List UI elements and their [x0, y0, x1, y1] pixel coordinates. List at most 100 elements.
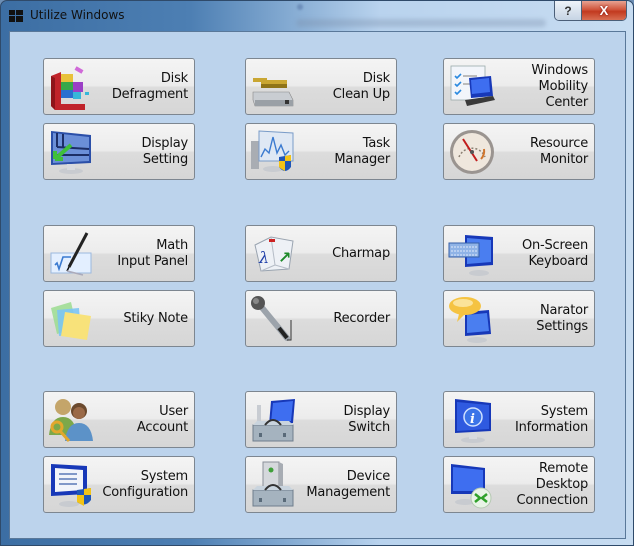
- label-line: Stiky Note: [123, 310, 188, 326]
- label-line: Device: [346, 468, 390, 484]
- label-line: User: [159, 403, 188, 419]
- narator-settings-label: Narator Settings: [536, 291, 588, 346]
- label-line: Center: [545, 94, 588, 110]
- label-line: Monitor: [539, 151, 588, 167]
- label-line: Manager: [334, 151, 390, 167]
- help-button[interactable]: ?: [555, 1, 582, 20]
- label-line: Disk: [362, 70, 390, 86]
- resource-monitor-button[interactable]: Resource Monitor: [443, 123, 595, 180]
- charmap-button[interactable]: λ ↗ Charmap: [245, 225, 397, 282]
- label-line: Setting: [142, 151, 188, 167]
- tile-panel: Disk Defragment Disk Clean Up Windows Mo…: [9, 31, 626, 539]
- task-manager-label: Task Manager: [334, 124, 390, 179]
- sticky-note-icon: [51, 302, 91, 340]
- label-line: Windows: [531, 62, 588, 78]
- system-configuration-icon: [51, 464, 91, 507]
- user-account-label: User Account: [137, 392, 188, 447]
- system-information-icon: i: [455, 399, 491, 443]
- device-management-label: Device Management: [306, 457, 390, 512]
- label-line: Desktop: [535, 476, 588, 492]
- mobility-center-icon: [450, 65, 495, 106]
- microphone-icon: [251, 296, 292, 341]
- utilize-windows-window: Utilize Windows ? X Disk Defragment Disk…: [0, 0, 634, 546]
- on-screen-keyboard-label: On-Screen Keyboard: [522, 226, 588, 281]
- svg-text:↗: ↗: [278, 248, 291, 267]
- label-line: Connection: [516, 492, 588, 508]
- display-setting-icon: [51, 131, 91, 174]
- disk-clean-up-label: Disk Clean Up: [333, 59, 390, 114]
- math-input-panel-label: Math Input Panel: [117, 226, 188, 281]
- label-line: Display: [141, 135, 188, 151]
- label-line: System: [540, 403, 588, 419]
- label-line: Math: [156, 237, 188, 253]
- label-line: Switch: [348, 419, 390, 435]
- title-bar[interactable]: Utilize Windows ? X: [1, 1, 633, 31]
- disk-defragment-button[interactable]: Disk Defragment: [43, 58, 195, 115]
- display-setting-button[interactable]: Display Setting: [43, 123, 195, 180]
- resource-monitor-label: Resource Monitor: [530, 124, 588, 179]
- label-line: Resource: [529, 135, 588, 151]
- label-line: Input Panel: [117, 253, 188, 269]
- system-information-label: System Information: [515, 392, 588, 447]
- charmap-icon: λ ↗: [254, 236, 294, 272]
- label-line: Clean Up: [332, 86, 390, 102]
- math-input-panel-icon: [50, 232, 92, 276]
- stiky-note-label: Stiky Note: [123, 291, 188, 346]
- label-line: Information: [514, 419, 588, 435]
- background-window-text-blur: [296, 19, 546, 27]
- disk-defragment-label: Disk Defragment: [112, 59, 188, 114]
- svg-text:i: i: [470, 412, 475, 427]
- window-title: Utilize Windows: [30, 8, 125, 22]
- label-line: On-Screen: [521, 237, 588, 253]
- math-input-panel-button[interactable]: Math Input Panel: [43, 225, 195, 282]
- system-configuration-label: System Configuration: [102, 457, 188, 512]
- window-controls: ? X: [554, 1, 627, 21]
- label-line: Task: [362, 135, 390, 151]
- user-account-icon: [49, 399, 93, 443]
- label-line: Keyboard: [528, 253, 588, 269]
- recorder-label: Recorder: [333, 291, 390, 346]
- system-information-button[interactable]: i System Information: [443, 391, 595, 448]
- stiky-note-button[interactable]: Stiky Note: [43, 290, 195, 347]
- display-setting-label: Display Setting: [141, 124, 188, 179]
- resource-monitor-icon: [450, 130, 494, 174]
- label-line: Display: [343, 403, 390, 419]
- on-screen-keyboard-button[interactable]: On-Screen Keyboard: [443, 225, 595, 282]
- user-account-button[interactable]: User Account: [43, 391, 195, 448]
- display-switch-button[interactable]: Display Switch: [245, 391, 397, 448]
- device-management-icon: [252, 461, 294, 507]
- on-screen-keyboard-icon: [448, 235, 493, 276]
- svg-text:λ: λ: [258, 248, 269, 267]
- disk-cleanup-icon: [252, 78, 294, 107]
- narrator-icon: [449, 297, 491, 343]
- device-management-button[interactable]: Device Management: [245, 456, 397, 513]
- charmap-label: Charmap: [332, 226, 390, 281]
- label-line: Defragment: [111, 86, 188, 102]
- label-line: Management: [306, 484, 390, 500]
- label-line: Mobility: [538, 78, 589, 94]
- close-button[interactable]: X: [582, 1, 626, 20]
- narator-settings-button[interactable]: Narator Settings: [443, 290, 595, 347]
- label-line: Narator: [540, 302, 588, 318]
- windows-mobility-center-button[interactable]: Windows Mobility Center: [443, 58, 595, 115]
- windows-logo-icon: [9, 10, 23, 22]
- label-line: Charmap: [332, 245, 390, 261]
- windows-mobility-center-label: Windows Mobility Center: [531, 59, 588, 114]
- display-switch-label: Display Switch: [343, 392, 390, 447]
- remote-desktop-connection-label: Remote Desktop Connection: [516, 457, 588, 512]
- task-manager-button[interactable]: Task Manager: [245, 123, 397, 180]
- system-configuration-button[interactable]: System Configuration: [43, 456, 195, 513]
- label-line: System: [140, 468, 188, 484]
- task-manager-icon: [251, 130, 294, 172]
- label-line: Recorder: [333, 310, 390, 326]
- label-line: Settings: [536, 318, 588, 334]
- recorder-button[interactable]: Recorder: [245, 290, 397, 347]
- label-line: Disk: [160, 70, 188, 86]
- disk-defragment-icon: [51, 66, 89, 110]
- remote-desktop-connection-button[interactable]: Remote Desktop Connection: [443, 456, 595, 513]
- label-line: Account: [136, 419, 188, 435]
- display-switch-icon: [252, 399, 295, 442]
- disk-clean-up-button[interactable]: Disk Clean Up: [245, 58, 397, 115]
- remote-desktop-icon: [451, 464, 492, 509]
- background-window-blur: [297, 4, 303, 10]
